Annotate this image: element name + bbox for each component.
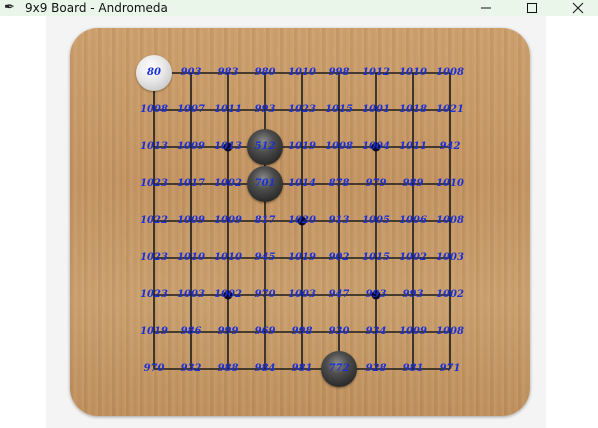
point-value-label: 1014 [288, 178, 316, 189]
feather-icon: ✒ [4, 0, 15, 15]
point-value-label: 1009 [177, 141, 205, 152]
point-value-label: 1023 [140, 252, 168, 263]
point-value-label: 986 [180, 326, 202, 337]
close-button[interactable] [555, 0, 598, 16]
point-value-label: 80 [147, 67, 161, 78]
point-value-label: 1011 [399, 141, 427, 152]
point-value-label: 981 [291, 363, 313, 374]
point-value-label: 998 [291, 326, 313, 337]
minimize-button[interactable] [463, 0, 509, 16]
point-value-label: 913 [328, 215, 350, 226]
point-value-label: 979 [365, 178, 387, 189]
point-value-label: 1023 [140, 289, 168, 300]
point-value-label: 1019 [288, 252, 316, 263]
point-value-label: 993 [402, 289, 424, 300]
point-value-label: 1002 [399, 252, 427, 263]
point-value-label: 980 [254, 67, 276, 78]
point-value-label: 1010 [399, 67, 427, 78]
point-value-label: 1009 [399, 326, 427, 337]
point-value-label: 1008 [436, 326, 464, 337]
point-value-label: 512 [254, 141, 276, 152]
point-value-label: 1009 [177, 215, 205, 226]
point-value-label: 993 [254, 104, 276, 115]
point-value-label: 1008 [325, 141, 353, 152]
maximize-button[interactable] [509, 0, 555, 16]
point-value-label: 934 [365, 326, 387, 337]
point-value-label: 1010 [214, 252, 242, 263]
point-value-label: 993 [365, 289, 387, 300]
point-value-label: 942 [439, 141, 461, 152]
close-icon [572, 0, 584, 18]
point-value-label: 1019 [288, 141, 316, 152]
point-value-label: 701 [254, 178, 276, 189]
point-value-label: 1020 [288, 215, 316, 226]
point-value-label: 1002 [214, 178, 242, 189]
point-value-label: 1008 [140, 104, 168, 115]
point-value-label: 878 [328, 178, 350, 189]
point-value-label: 1002 [214, 289, 242, 300]
point-value-label: 1023 [140, 178, 168, 189]
point-value-label: 1017 [177, 178, 205, 189]
point-value-label: 984 [254, 363, 276, 374]
point-value-label: 1011 [214, 104, 242, 115]
point-value-label: 817 [254, 215, 276, 226]
point-value-label: 981 [402, 363, 424, 374]
point-value-label: 1010 [288, 67, 316, 78]
minimize-icon [480, 0, 492, 18]
point-value-label: 1023 [288, 104, 316, 115]
point-value-label: 903 [180, 67, 202, 78]
point-value-label: 1001 [362, 104, 390, 115]
point-value-label: 1013 [214, 141, 242, 152]
point-value-label: 772 [328, 363, 350, 374]
point-value-label: 983 [217, 67, 239, 78]
point-value-label: 930 [328, 326, 350, 337]
point-value-label: 902 [328, 252, 350, 263]
point-value-label: 1015 [325, 104, 353, 115]
client-area: 80 903 983 980 1010 998 1012 1010 1008 1008 1007 10… [46, 16, 546, 428]
point-value-label: 1019 [140, 326, 168, 337]
window-title: 9x9 Board - Andromeda [25, 1, 168, 15]
point-value-label: 1012 [362, 67, 390, 78]
point-value-label: 970 [254, 289, 276, 300]
point-value-label: 999 [217, 326, 239, 337]
point-value-label: 947 [328, 289, 350, 300]
point-value-label: 1003 [436, 252, 464, 263]
point-value-label: 988 [217, 363, 239, 374]
maximize-icon [526, 0, 538, 18]
point-value-label: 1013 [140, 141, 168, 152]
point-value-label: 970 [143, 363, 165, 374]
point-value-label: 1008 [436, 215, 464, 226]
point-value-label: 1021 [436, 104, 464, 115]
point-value-label: 969 [254, 326, 276, 337]
point-value-label: 1010 [436, 178, 464, 189]
point-value-label: 1003 [177, 289, 205, 300]
point-value-label: 1005 [362, 215, 390, 226]
go-board[interactable]: 80 903 983 980 1010 998 1012 1010 1008 1008 1007 10… [70, 28, 530, 416]
point-value-label: 1010 [177, 252, 205, 263]
point-value-label: 989 [402, 178, 424, 189]
point-value-label: 1018 [399, 104, 427, 115]
point-value-label: 1022 [140, 215, 168, 226]
point-value-label: 998 [328, 67, 350, 78]
point-value-label: 1006 [399, 215, 427, 226]
point-value-label: 1009 [214, 215, 242, 226]
title-bar: ✒ 9x9 Board - Andromeda [0, 0, 598, 16]
point-value-label: 1008 [436, 67, 464, 78]
point-value-label: 932 [180, 363, 202, 374]
point-value-label: 1004 [362, 141, 390, 152]
point-value-label: 971 [439, 363, 461, 374]
point-value-label: 928 [365, 363, 387, 374]
point-value-label: 945 [254, 252, 276, 263]
point-value-label: 1002 [436, 289, 464, 300]
point-value-label: 1003 [288, 289, 316, 300]
point-value-label: 1015 [362, 252, 390, 263]
point-value-label: 1007 [177, 104, 205, 115]
